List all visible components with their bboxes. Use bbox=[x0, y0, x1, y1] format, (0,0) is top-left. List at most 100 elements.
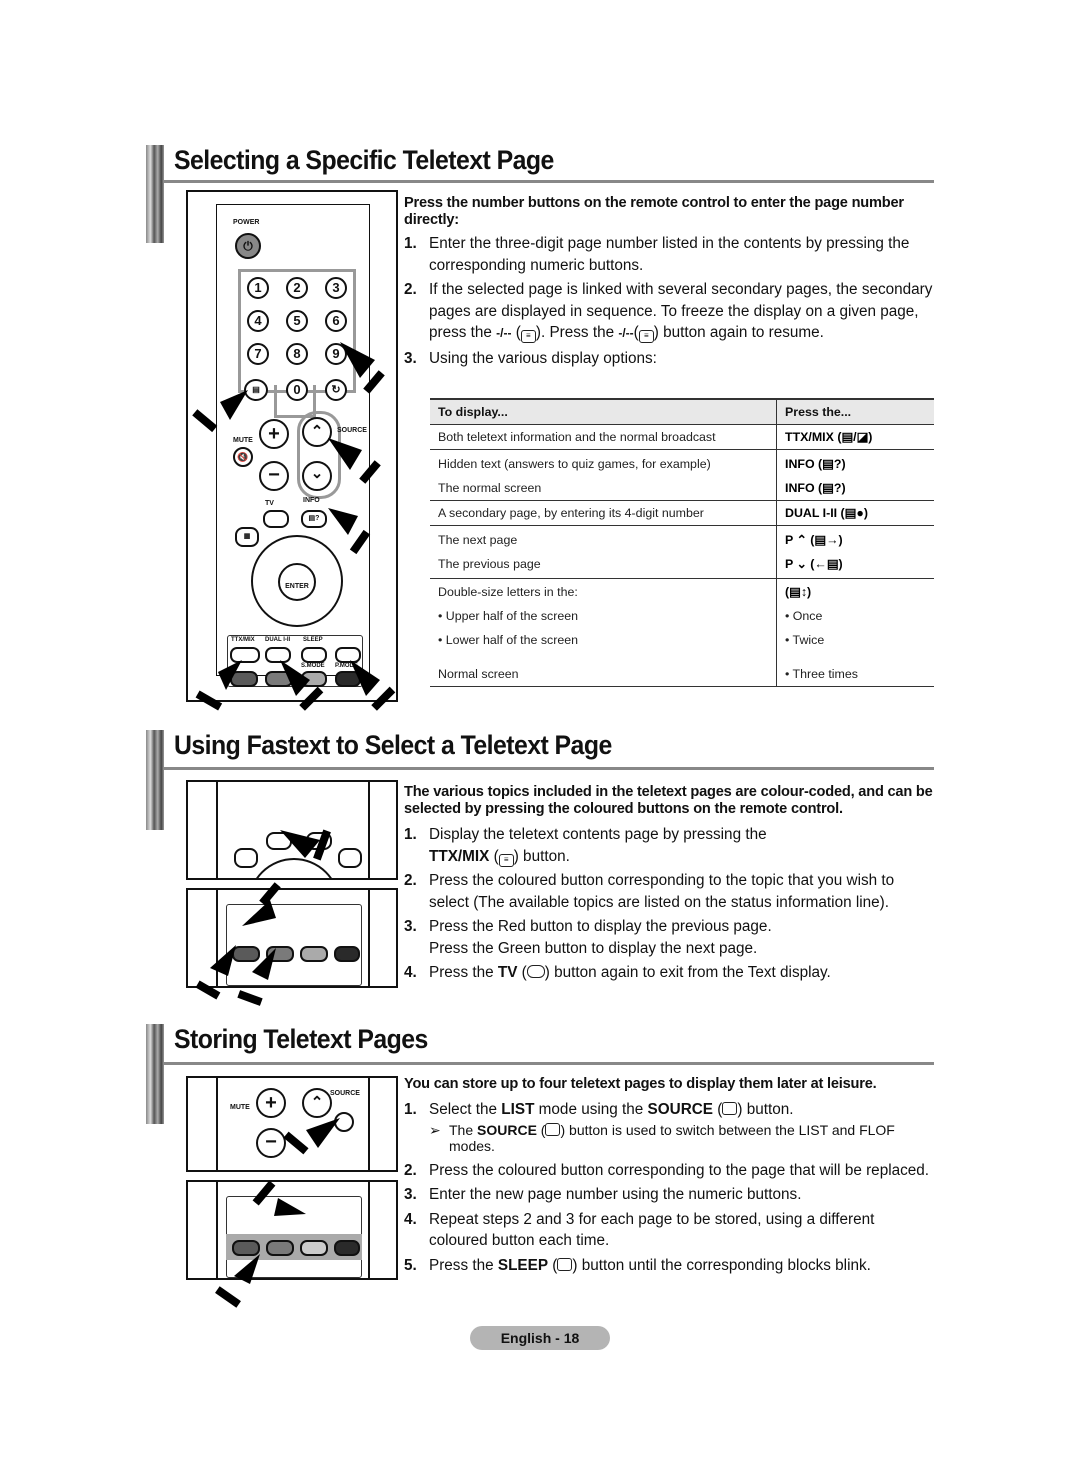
step-item: 2. If the selected page is linked with se… bbox=[404, 281, 933, 343]
table-row: • Lower half of the screen • Twice bbox=[430, 628, 934, 662]
table-row: Normal screen • Three times bbox=[430, 662, 934, 687]
pointer-arrows-2 bbox=[195, 829, 340, 1308]
arrow-to-dual bbox=[280, 660, 310, 696]
column-header-press: Press the... bbox=[776, 398, 934, 425]
display-cell: • Upper half of the screen bbox=[430, 604, 777, 628]
note-text: The bbox=[449, 1121, 478, 1138]
arrow-dash bbox=[299, 686, 324, 711]
step-text: Press the Green button to display the ne… bbox=[429, 939, 758, 957]
arrow-dash bbox=[371, 686, 396, 711]
section-title: Using Fastext to Select a Teletext Page bbox=[174, 730, 612, 760]
display-options-table: To display... Press the... Both teletext… bbox=[430, 398, 934, 687]
power-button[interactable]: ⏻ bbox=[235, 233, 261, 259]
section2-text: The various topics included in the telet… bbox=[404, 784, 934, 987]
step-text: Press the coloured button corresponding … bbox=[429, 1161, 930, 1179]
step-text: button. bbox=[518, 847, 570, 865]
display-cell: Normal screen bbox=[430, 662, 777, 687]
press-cell: P ⌄ (←▤) bbox=[776, 552, 934, 579]
arrow-to-tv bbox=[280, 830, 320, 858]
section3-steps: 1. Select the LIST mode using the SOURCE … bbox=[404, 1099, 934, 1276]
note: ➢ The SOURCE () button is used to switch … bbox=[429, 1121, 895, 1154]
press-cell: DUAL I-II (▤●) bbox=[776, 500, 934, 526]
section-rule bbox=[164, 180, 934, 183]
step-text: Press the bbox=[429, 964, 498, 981]
arrow-to-ttx bbox=[242, 900, 276, 926]
arrow-dash bbox=[359, 460, 381, 484]
step-item: 3. Enter the new page number using the nu… bbox=[404, 1184, 934, 1206]
step-text: . Press the bbox=[540, 324, 619, 341]
section1-text: Press the number buttons on the remote c… bbox=[404, 195, 934, 372]
arrow-to-green-store bbox=[234, 1254, 260, 1284]
source-key: SOURCE bbox=[647, 1101, 713, 1118]
step-item: 3. Using the various display options: bbox=[404, 348, 934, 370]
digit-3-button[interactable]: 3 bbox=[325, 277, 347, 299]
step-item: 2. Press the coloured button correspondin… bbox=[404, 1160, 934, 1182]
step-item: 1. Enter the three-digit page number list… bbox=[404, 233, 934, 276]
press-cell: INFO (▤?) bbox=[785, 457, 846, 471]
arrow-to-red bbox=[210, 945, 236, 976]
digit-2-button[interactable]: 2 bbox=[286, 277, 308, 299]
ttxmix-key: TTX/MIX bbox=[429, 847, 490, 865]
display-cell: A secondary page, by entering its 4-digi… bbox=[430, 500, 777, 526]
table-row: Both teletext information and the normal… bbox=[430, 424, 934, 450]
list-key: LIST bbox=[501, 1101, 535, 1118]
arrow-to-ttx bbox=[218, 660, 242, 690]
press-cell: INFO (▤?) bbox=[776, 476, 934, 501]
step-text: Using the various display options: bbox=[429, 349, 657, 367]
step-item: 1. Display the teletext contents page by … bbox=[404, 826, 767, 867]
table-row: A secondary page, by entering its 4-digi… bbox=[430, 500, 934, 526]
ttxmix-icon: ≡ bbox=[498, 853, 514, 867]
arrow-dash bbox=[283, 1131, 309, 1155]
section-bar bbox=[146, 145, 164, 243]
pointer-arrows-1 bbox=[192, 342, 396, 711]
section-bar bbox=[146, 1024, 164, 1124]
section3-text: You can store up to four teletext pages … bbox=[404, 1076, 934, 1279]
sleep-key: SLEEP bbox=[497, 1256, 549, 1274]
section-rule bbox=[164, 767, 934, 770]
step-text: Press the coloured button corresponding … bbox=[429, 872, 895, 911]
table-row: • Upper half of the screen • Once bbox=[430, 604, 934, 628]
hold-icon: ≡ bbox=[638, 330, 654, 343]
step-item: 4. Press the TV () button again to exit f… bbox=[404, 962, 934, 984]
step-item: 1. Select the LIST mode using the SOURCE … bbox=[404, 1099, 934, 1154]
section1-intro: Press the number buttons on the remote c… bbox=[404, 195, 904, 228]
digit-1-button[interactable]: 1 bbox=[247, 277, 269, 299]
section2-intro: The various topics included in the telet… bbox=[404, 784, 933, 817]
tv-key: TV bbox=[497, 964, 518, 981]
arrow-to-channel bbox=[328, 438, 362, 470]
display-cell: • Lower half of the screen bbox=[430, 628, 777, 662]
arrow-dash bbox=[195, 690, 223, 711]
press-cell: • Three times bbox=[776, 662, 934, 687]
arrow-to-green bbox=[252, 948, 276, 980]
table-row: Hidden text (answers to quiz games, for … bbox=[430, 449, 934, 476]
press-cell: P ⌃ (▤→) bbox=[785, 533, 843, 547]
step-text: Select the bbox=[429, 1101, 502, 1118]
table-row: Double-size letters in the: (▤↕) bbox=[430, 578, 934, 604]
tv-icon bbox=[526, 965, 545, 978]
display-cell: Both teletext information and the normal… bbox=[430, 424, 777, 450]
sleep-icon bbox=[557, 1257, 573, 1271]
display-cell: Double-size letters in the: bbox=[430, 578, 777, 604]
step-text: button until the corresponding blocks bl… bbox=[577, 1256, 871, 1274]
arrow-dash bbox=[237, 990, 263, 1006]
source-icon bbox=[722, 1102, 738, 1115]
page-number-badge: English - 18 bbox=[470, 1326, 610, 1350]
table-row: The next page P ⌃ (▤→) bbox=[430, 525, 934, 552]
arrow-to-info bbox=[328, 508, 358, 535]
hold-key: -/-- bbox=[618, 326, 634, 340]
arrow-to-sleep bbox=[274, 1198, 306, 1216]
step-text: Repeat steps 2 and 3 for each page to be… bbox=[429, 1210, 875, 1250]
step-text: Enter the three-digit page number listed… bbox=[429, 235, 910, 274]
section2-steps: 1. Display the teletext contents page by … bbox=[404, 824, 934, 984]
arrow-to-numpad bbox=[340, 342, 375, 378]
arrow-dash bbox=[252, 1180, 276, 1206]
step-text: Press the Red button to display the prev… bbox=[429, 918, 772, 935]
section3-intro: You can store up to four teletext pages … bbox=[404, 1076, 877, 1092]
arrow-dash bbox=[195, 980, 221, 1000]
press-cell: • Once bbox=[785, 609, 823, 623]
step-text: button again to resume. bbox=[658, 324, 824, 341]
table-row: The normal screen INFO (▤?) bbox=[430, 476, 934, 501]
power-label: POWER bbox=[233, 219, 260, 226]
arrow-dash bbox=[215, 1286, 241, 1308]
display-cell: The next page bbox=[430, 525, 777, 552]
